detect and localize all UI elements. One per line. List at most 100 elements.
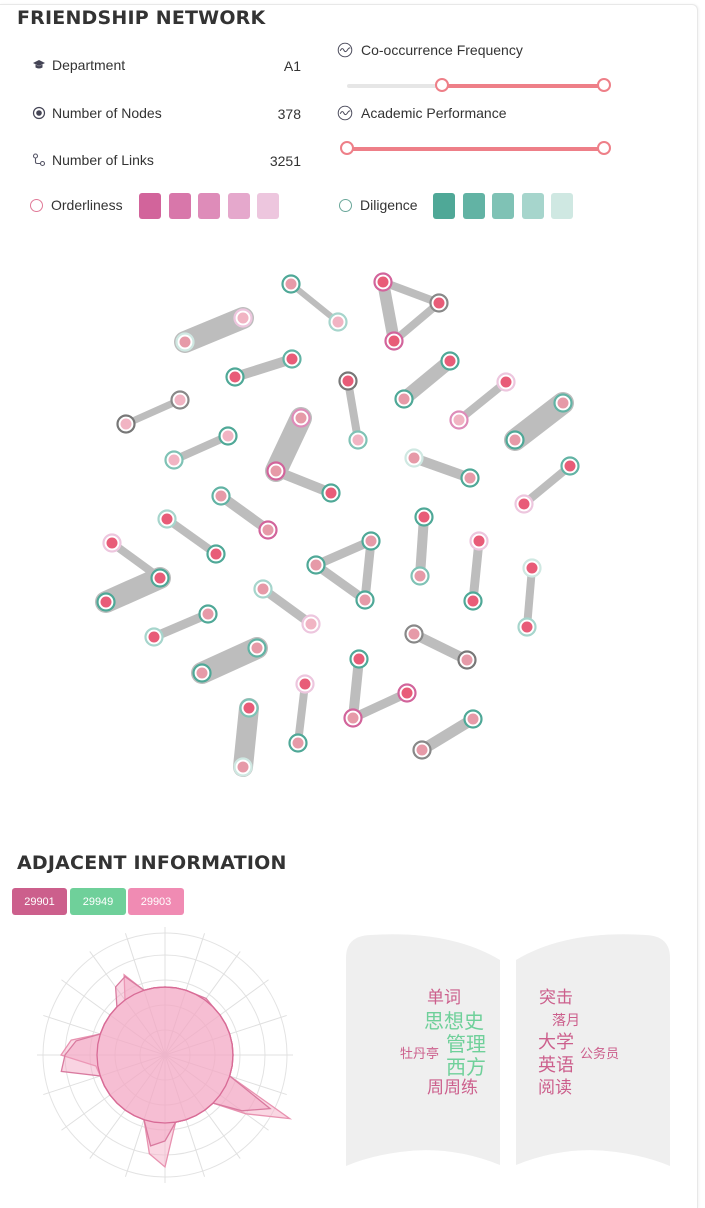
network-node[interactable] — [440, 351, 460, 371]
network-node[interactable] — [150, 568, 170, 588]
network-node[interactable] — [560, 456, 580, 476]
network-node[interactable] — [355, 590, 375, 610]
network-node[interactable] — [157, 509, 177, 529]
network-node[interactable] — [175, 332, 195, 352]
friendship-network-graph[interactable] — [0, 240, 698, 800]
word-cloud-term[interactable]: 英语 — [538, 1057, 574, 1075]
student-badge-1[interactable]: 29901 — [12, 888, 67, 915]
network-node[interactable] — [514, 494, 534, 514]
network-node[interactable] — [384, 331, 404, 351]
network-node[interactable] — [397, 683, 417, 703]
diligence-swatch-3[interactable] — [492, 193, 514, 219]
student-badge-2[interactable]: 29949 — [70, 888, 126, 915]
network-node[interactable] — [96, 592, 116, 612]
network-node[interactable] — [192, 663, 212, 683]
diligence-circle-icon — [339, 198, 352, 212]
network-node[interactable] — [288, 733, 308, 753]
network-node[interactable] — [233, 308, 253, 328]
network-node[interactable] — [449, 410, 469, 430]
diligence-swatch-1[interactable] — [433, 193, 455, 219]
network-node[interactable] — [295, 674, 315, 694]
network-node[interactable] — [211, 486, 231, 506]
stat-nodes-label: Number of Nodes — [52, 105, 162, 121]
word-cloud-term[interactable]: 思想史 — [424, 1011, 484, 1031]
word-cloud-term[interactable]: 公务员 — [580, 1048, 619, 1061]
network-node[interactable] — [198, 604, 218, 624]
network-node[interactable] — [404, 448, 424, 468]
stat-department-value: A1 — [283, 58, 301, 74]
network-node[interactable] — [361, 531, 381, 551]
network-node[interactable] — [394, 389, 414, 409]
stat-department: Department — [32, 57, 125, 73]
word-cloud-term[interactable]: 大学 — [538, 1034, 574, 1052]
network-node[interactable] — [266, 461, 286, 481]
network-node[interactable] — [553, 393, 573, 413]
network-node[interactable] — [414, 507, 434, 527]
network-node[interactable] — [247, 638, 267, 658]
network-node[interactable] — [233, 757, 253, 777]
network-node[interactable] — [517, 617, 537, 637]
network-node[interactable] — [116, 414, 136, 434]
orderliness-swatch-2[interactable] — [168, 193, 191, 219]
network-node[interactable] — [328, 312, 348, 332]
network-node[interactable] — [460, 468, 480, 488]
word-cloud-term[interactable]: 突击 — [539, 990, 573, 1007]
network-node[interactable] — [102, 533, 122, 553]
network-node[interactable] — [225, 367, 245, 387]
orderliness-swatch-1[interactable] — [139, 193, 161, 219]
network-node[interactable] — [348, 430, 368, 450]
network-node[interactable] — [496, 372, 516, 392]
network-node[interactable] — [522, 558, 542, 578]
network-node[interactable] — [404, 624, 424, 644]
word-cloud-term[interactable]: 管理 — [446, 1034, 486, 1054]
network-node[interactable] — [218, 426, 238, 446]
word-cloud-term[interactable]: 牡丹亭 — [400, 1048, 439, 1061]
network-node[interactable] — [144, 627, 164, 647]
network-node[interactable] — [469, 531, 489, 551]
orderliness-swatch-3[interactable] — [198, 193, 220, 219]
network-node[interactable] — [463, 709, 483, 729]
stat-department-label: Department — [52, 57, 126, 73]
diligence-swatch-4[interactable] — [521, 193, 544, 219]
network-node[interactable] — [253, 579, 273, 599]
network-node[interactable] — [412, 740, 432, 760]
slider-academic-label: Academic Performance — [361, 105, 507, 121]
diligence-swatch-2[interactable] — [462, 193, 485, 219]
network-node[interactable] — [282, 349, 302, 369]
network-node[interactable] — [281, 274, 301, 294]
network-node[interactable] — [291, 408, 311, 428]
network-node[interactable] — [306, 555, 326, 575]
slider-cooccurrence-max-handle[interactable] — [597, 78, 611, 92]
network-node[interactable] — [429, 293, 449, 313]
network-node[interactable] — [463, 591, 483, 611]
word-cloud-term[interactable]: 阅读 — [538, 1080, 572, 1097]
network-node[interactable] — [373, 272, 393, 292]
network-node[interactable] — [164, 450, 184, 470]
student-badge-3[interactable]: 29903 — [128, 888, 184, 915]
word-cloud-term[interactable]: 周周练 — [427, 1080, 478, 1097]
orderliness-circle-icon — [30, 198, 43, 212]
network-node[interactable] — [349, 649, 369, 669]
orderliness-swatch-4[interactable] — [227, 193, 250, 219]
orderliness-swatch-5[interactable] — [257, 193, 279, 219]
network-node[interactable] — [343, 708, 363, 728]
slider-academic-max-handle[interactable] — [597, 141, 611, 155]
network-node[interactable] — [410, 566, 430, 586]
network-node[interactable] — [321, 483, 341, 503]
network-node[interactable] — [206, 544, 226, 564]
diligence-swatch-5[interactable] — [551, 193, 573, 219]
network-node[interactable] — [338, 371, 358, 391]
node-icon — [32, 106, 46, 120]
network-node[interactable] — [505, 430, 525, 450]
slider-academic-min-handle[interactable] — [340, 141, 354, 155]
network-node[interactable] — [239, 698, 259, 718]
network-node[interactable] — [170, 390, 190, 410]
link-icon — [32, 153, 46, 167]
word-cloud-term[interactable]: 落月 — [552, 1014, 580, 1028]
network-node[interactable] — [301, 614, 321, 634]
word-cloud-term[interactable]: 西方 — [446, 1057, 486, 1077]
network-node[interactable] — [258, 520, 278, 540]
slider-cooccurrence-min-handle[interactable] — [435, 78, 450, 92]
word-cloud-term[interactable]: 单词 — [427, 990, 461, 1007]
network-node[interactable] — [457, 650, 477, 670]
